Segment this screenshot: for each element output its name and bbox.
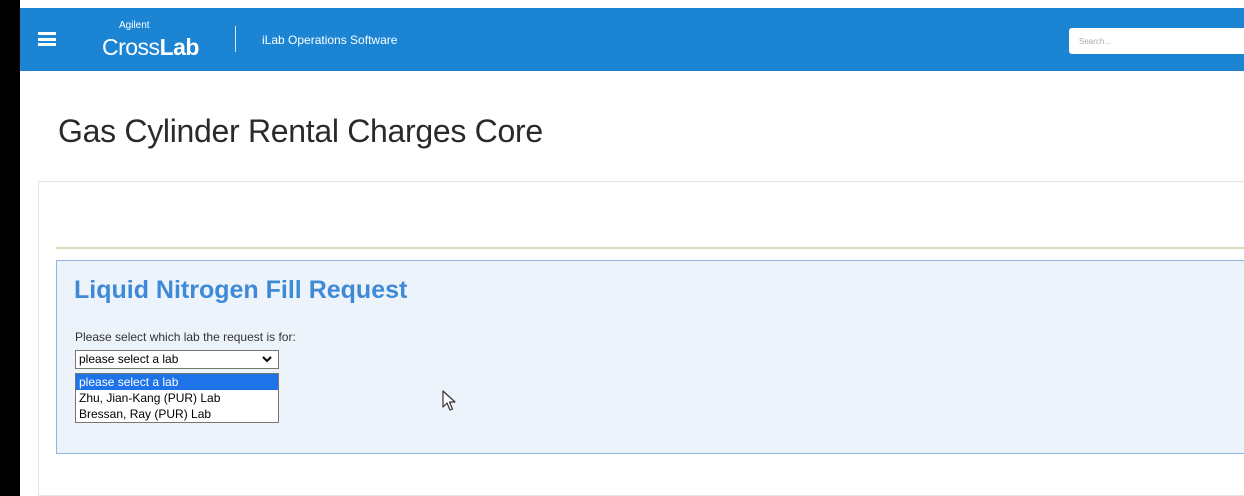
logo-wordmark: CrossLab <box>102 34 199 61</box>
dropdown-option-zhu-lab[interactable]: Zhu, Jian-Kang (PUR) Lab <box>76 390 278 406</box>
logo-cross-text: Cross <box>102 34 160 60</box>
dropdown-option-placeholder[interactable]: please select a lab <box>76 374 278 390</box>
lab-select-label: Please select which lab the request is f… <box>75 330 296 344</box>
screen-left-border <box>0 0 20 496</box>
logo-lab-text: Lab <box>159 34 200 60</box>
section-divider <box>56 247 1244 249</box>
chevron-down-icon <box>262 351 272 370</box>
lab-select-value: please select a lab <box>79 352 179 366</box>
request-form-panel: Liquid Nitrogen Fill Request Please sele… <box>56 260 1244 454</box>
logo-divider <box>235 26 236 52</box>
page-title: Gas Cylinder Rental Charges Core <box>58 113 543 149</box>
hamburger-menu-icon[interactable] <box>38 32 56 46</box>
mouse-cursor-icon <box>442 390 456 412</box>
screen-top-strip <box>20 0 1244 8</box>
crosslab-logo[interactable]: Agilent CrossLab <box>102 20 222 60</box>
search-input[interactable] <box>1069 28 1244 54</box>
logo-agilent-text: Agilent <box>119 20 150 31</box>
top-navbar: Agilent CrossLab iLab Operations Softwar… <box>20 8 1244 71</box>
dropdown-option-bressan-lab[interactable]: Bressan, Ray (PUR) Lab <box>76 406 278 422</box>
form-title: Liquid Nitrogen Fill Request <box>74 276 408 304</box>
product-name[interactable]: iLab Operations Software <box>262 33 397 47</box>
lab-dropdown-list: please select a lab Zhu, Jian-Kang (PUR)… <box>75 373 279 423</box>
lab-select[interactable]: please select a lab <box>75 350 279 369</box>
